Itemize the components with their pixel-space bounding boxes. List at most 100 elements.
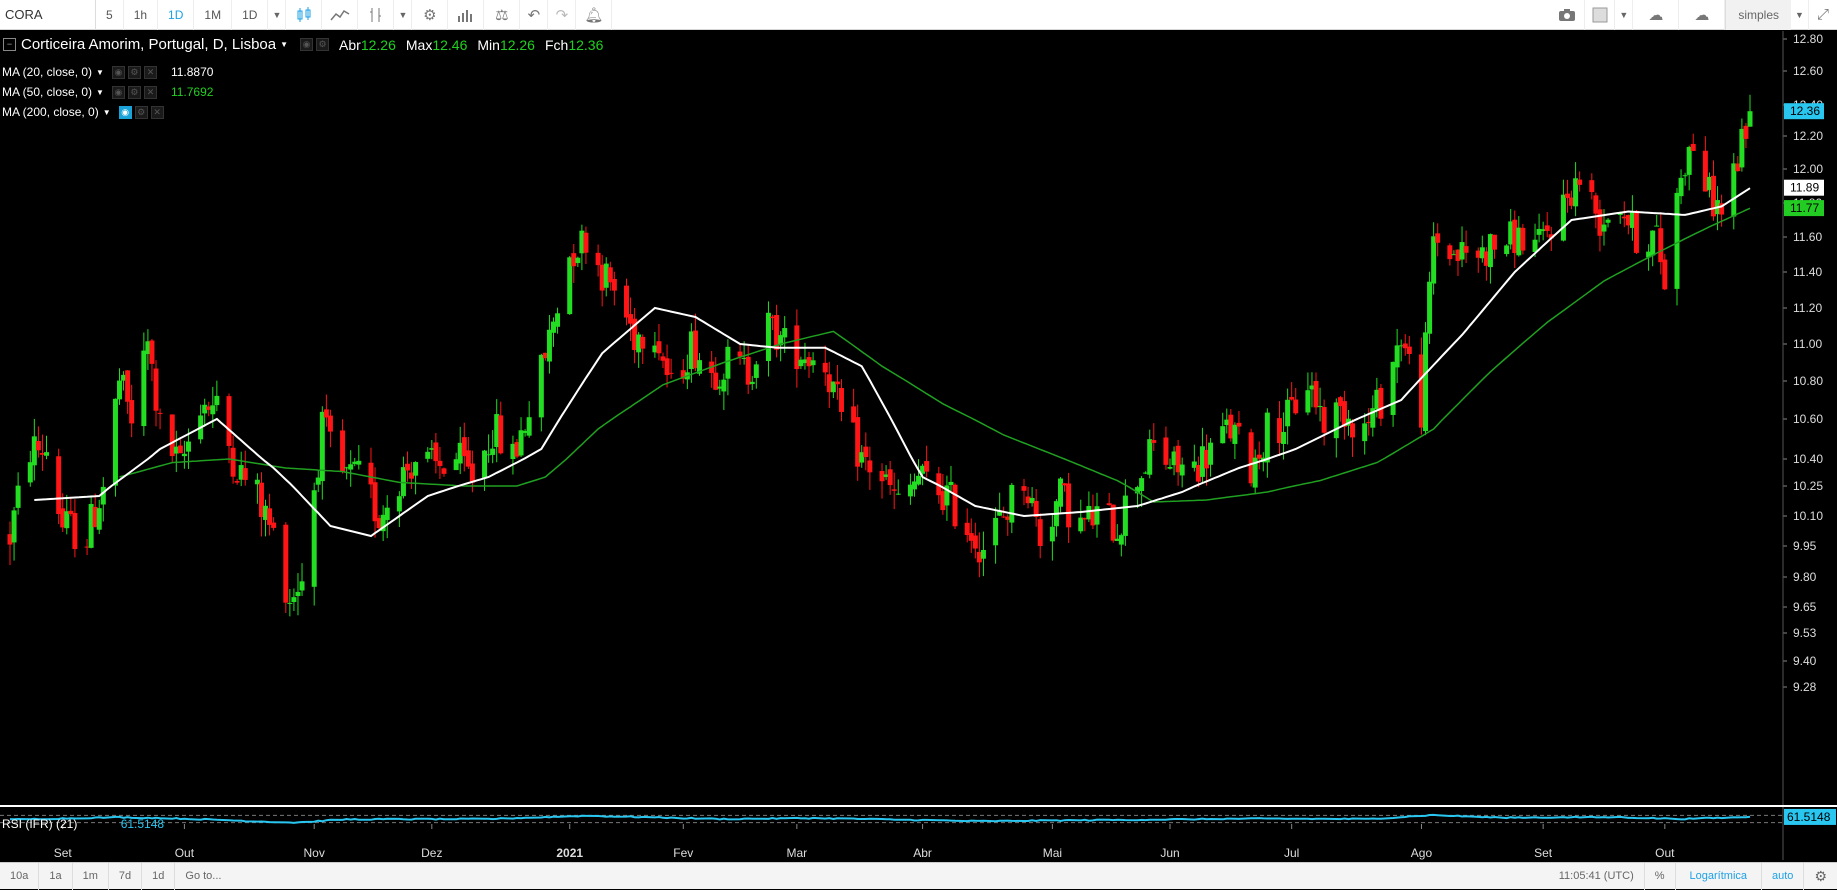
candle-body — [1305, 390, 1311, 413]
ma50-price-badge-text: 11.77 — [1790, 201, 1819, 215]
bar-chart-icon[interactable] — [448, 0, 485, 30]
ma20-dropdown-icon[interactable]: ▼ — [96, 68, 104, 77]
candle-body — [1281, 431, 1287, 444]
candle-body — [433, 442, 439, 462]
candle-body — [546, 329, 552, 362]
range-1m-button[interactable]: 1m — [73, 862, 109, 890]
low-label: Min — [477, 36, 500, 53]
redo-icon[interactable]: ↷ — [548, 0, 577, 30]
range-1d-button[interactable]: 1d — [142, 862, 176, 890]
symbol-input[interactable]: CORA — [0, 0, 96, 30]
collapse-icon[interactable]: − — [3, 38, 16, 51]
settings-gear-icon[interactable]: ⚙ — [412, 0, 449, 30]
candle-body — [1264, 412, 1270, 463]
candle-body — [181, 453, 187, 457]
candle-body — [125, 370, 131, 402]
undo-icon[interactable]: ↶ — [520, 0, 549, 30]
rsi-label[interactable]: RSI (IFR) (21) — [2, 817, 77, 831]
utc-clock[interactable]: 11:05:41 (UTC) — [1549, 863, 1644, 890]
candle — [1110, 504, 1116, 543]
candle-body — [242, 468, 248, 480]
candle-body — [948, 481, 954, 486]
candlestick-type-icon[interactable] — [286, 0, 323, 30]
candle-body — [1423, 332, 1429, 432]
candle-body — [1049, 526, 1055, 542]
ma200-label[interactable]: MA (200, close, 0) — [2, 105, 99, 119]
candle-body — [834, 381, 840, 385]
settings-mini-icon[interactable]: ⚙ — [316, 38, 330, 51]
candle-body — [469, 463, 475, 483]
interval-5-button[interactable]: 5 — [96, 0, 124, 30]
candle — [1633, 209, 1639, 255]
ma20-price-badge: 11.89 — [1784, 179, 1824, 196]
candle-body — [112, 398, 118, 486]
ma20-remove-icon[interactable]: ✕ — [143, 65, 157, 79]
settings-gear-bottom-icon[interactable]: ⚙ — [1803, 862, 1837, 890]
ma50-label[interactable]: MA (50, close, 0) — [2, 85, 92, 99]
time-tick-label: Nov — [304, 846, 325, 860]
indicators-dropdown-icon[interactable]: ▼ — [394, 0, 413, 30]
candle-body — [141, 350, 147, 427]
instrument-title[interactable]: Corticeira Amorim, Portugal, D, Lisboa — [21, 36, 276, 53]
ma20-visibility-icon[interactable]: ◉ — [111, 65, 125, 79]
fullscreen-icon[interactable]: ⤢ — [1809, 0, 1837, 30]
candle-body — [441, 468, 447, 474]
camera-icon[interactable] — [1549, 0, 1586, 30]
ma200-legend: MA (200, close, 0) ▼ ◉ ⚙ ✕ — [0, 105, 164, 119]
cloud-load-icon[interactable]: ☁ — [1633, 0, 1680, 30]
close-value: 12.36 — [568, 36, 604, 53]
color-dropdown-icon[interactable]: ▼ — [1615, 0, 1634, 30]
ma50-visibility-icon[interactable]: ◉ — [111, 85, 125, 99]
log-scale-toggle[interactable]: Logarítmica — [1674, 862, 1761, 890]
candle-body — [299, 581, 305, 591]
ma50-dropdown-icon[interactable]: ▼ — [96, 88, 104, 97]
percent-toggle[interactable]: % — [1643, 862, 1675, 890]
color-square-icon[interactable] — [1585, 0, 1616, 30]
ma50-settings-icon[interactable]: ⚙ — [127, 85, 141, 99]
candle-body — [498, 415, 504, 454]
cloud-save-icon[interactable]: ☁ — [1679, 0, 1726, 30]
interval-custom-button[interactable]: 1D — [232, 0, 269, 30]
candle-body — [1232, 424, 1238, 444]
interval-dropdown-icon[interactable]: ▼ — [268, 0, 287, 30]
chart-area[interactable]: 12.8012.6012.4012.2012.0011.8011.6011.40… — [0, 31, 1837, 860]
title-dropdown-icon[interactable]: ▼ — [280, 40, 288, 49]
ma200-settings-icon[interactable]: ⚙ — [134, 105, 148, 119]
auto-scale-toggle[interactable]: auto — [1761, 862, 1803, 890]
candle-body — [1378, 387, 1384, 419]
chart-style-dropdown-icon[interactable]: ▼ — [1791, 0, 1809, 30]
compare-icon[interactable] — [322, 0, 359, 30]
interval-1d-button[interactable]: 1D — [158, 0, 195, 30]
range-1y-button[interactable]: 1a — [39, 862, 73, 890]
candle-body — [72, 513, 78, 550]
ma20-settings-icon[interactable]: ⚙ — [127, 65, 141, 79]
interval-1m-button[interactable]: 1M — [194, 0, 233, 30]
goto-button[interactable]: Go to... — [175, 863, 231, 890]
ma20-label[interactable]: MA (20, close, 0) — [2, 65, 92, 79]
balance-scale-icon[interactable]: ⚖ — [484, 0, 521, 30]
range-10y-button[interactable]: 10a — [0, 862, 40, 890]
range-7d-button[interactable]: 7d — [109, 862, 143, 890]
chart-style-select[interactable]: simples — [1725, 0, 1791, 30]
price-tick-label: 9.40 — [1793, 654, 1817, 668]
ma200-hidden-icon[interactable]: ◉ — [118, 105, 132, 119]
candle-body — [1009, 484, 1015, 523]
indicators-icon[interactable] — [358, 0, 395, 30]
price-chart[interactable]: 12.8012.6012.4012.2012.0011.8011.6011.40… — [0, 31, 1837, 860]
candle-body — [555, 313, 561, 327]
ma200-remove-icon[interactable]: ✕ — [150, 105, 164, 119]
time-tick-label: Set — [54, 846, 73, 860]
alert-bell-icon[interactable]: 🔔︎ — [576, 0, 613, 30]
interval-1h-button[interactable]: 1h — [124, 0, 159, 30]
candle — [169, 414, 175, 463]
time-tick-label: Jul — [1284, 846, 1299, 860]
ma50-remove-icon[interactable]: ✕ — [143, 85, 157, 99]
candle-body — [368, 462, 374, 485]
candle-body — [1658, 228, 1664, 263]
candle-body — [283, 524, 289, 603]
candle — [1423, 322, 1429, 436]
last-price-badge-text: 12.36 — [1790, 104, 1820, 118]
candle-body — [1122, 495, 1128, 536]
ma200-dropdown-icon[interactable]: ▼ — [103, 108, 111, 117]
visibility-icon[interactable]: ◉ — [300, 38, 314, 51]
